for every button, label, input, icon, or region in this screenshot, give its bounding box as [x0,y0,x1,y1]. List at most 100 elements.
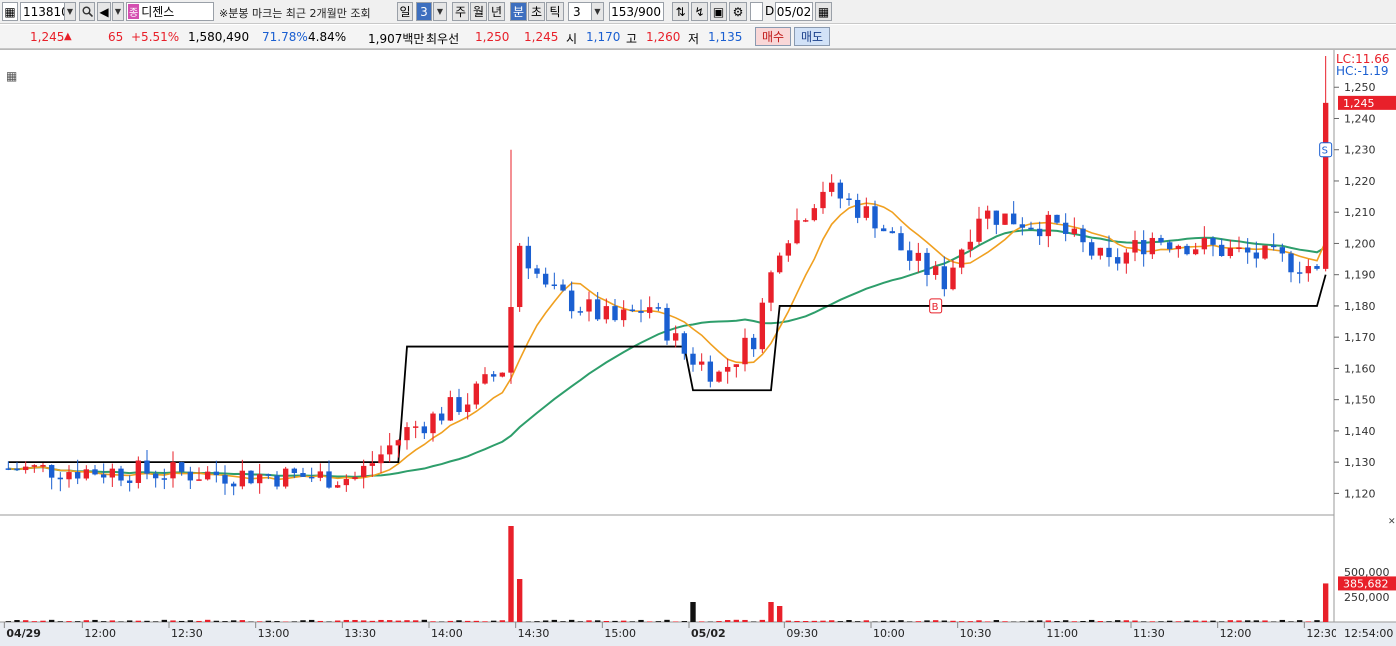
interval-input[interactable]: 3 [568,2,592,21]
candle-body [1270,245,1277,248]
bar-count-field[interactable]: 153/900 [609,2,664,21]
candle-body [629,309,636,311]
volume-bar [308,619,315,622]
candle-body [308,476,315,479]
candle-body [854,199,861,218]
candle-body [516,245,523,308]
buy-button[interactable]: 매수 [755,27,791,46]
volume-bar [750,621,757,622]
volume-bar [1218,621,1225,622]
date-checkbox[interactable] [750,2,763,21]
candle-body [603,306,610,320]
candle-body [473,383,480,405]
tick-button[interactable]: 틱 [546,2,564,21]
volume-bar [1296,620,1303,622]
volume-bar [863,620,870,622]
time-tick-label: 05/02 [691,627,726,640]
price-tick-label: 1,150 [1344,394,1376,407]
minute-button[interactable]: 분 [510,2,527,21]
candle-body [1132,240,1138,253]
candle-body [343,479,350,486]
volume-bar [594,620,601,622]
candle-body [1175,245,1182,250]
date-input[interactable]: 05/02 [775,2,813,21]
candle-body [265,474,272,476]
candle-body [872,206,878,229]
chevron-down-icon[interactable]: ▼ [112,2,124,21]
candle-body [1288,253,1294,273]
save-icon[interactable]: ▣ [710,2,727,21]
volume-bar [265,620,272,622]
price-chart[interactable]: ▦ 1,250 1,240 1,230 1,220 1,210 1,200 1,190 1,18… [0,50,1396,646]
best-quote-label: 최우선 [426,32,460,46]
volume-bar [1270,621,1277,622]
grid-menu-icon[interactable]: ▦ [2,2,18,21]
volume-bar [681,621,688,622]
year-button[interactable]: 년 [488,2,505,21]
period-count-select[interactable]: 3 [416,2,432,21]
sell-button[interactable]: 매도 [794,27,830,46]
volume-bar [846,620,852,622]
candle-body [83,469,90,479]
volume-bar [811,620,818,622]
volume-bar [1002,621,1008,622]
volume-bar [57,621,64,622]
volume-bar [274,621,280,622]
period-day-button[interactable]: 일 [397,2,413,21]
candle-body [880,228,887,232]
speaker-icon[interactable]: ◀ [97,2,111,21]
volume-bar [620,620,627,622]
volume-bar [655,621,662,622]
volume-bar [213,620,220,622]
volume-bar [776,606,783,622]
candle-body [1158,237,1164,243]
volume-bar [239,620,246,622]
month-button[interactable]: 월 [470,2,487,21]
candle-body [950,267,956,290]
price-change: 65 [108,30,124,44]
volume-bar [967,621,974,622]
chevron-down-icon[interactable]: ▼ [433,2,447,21]
volume-bar [300,620,306,622]
candle-body [586,299,592,312]
time-tick-label: 11:30 [1133,627,1165,640]
calendar-icon[interactable]: ▦ [815,2,832,21]
candle-body [1184,245,1190,255]
volume-bar [976,620,982,622]
volume-bar [1236,620,1242,622]
volume-bar [1019,621,1026,622]
volume-bar [560,621,566,622]
volume-bar [768,602,774,622]
volume-bar [1114,620,1121,622]
volume-bar [646,621,653,622]
volume-bar [369,620,376,622]
candle-body [967,241,974,250]
line-chart-icon[interactable]: ↯ [691,2,708,21]
candle-body [248,470,254,484]
week-button[interactable]: 주 [452,2,469,21]
candle-body [828,182,835,192]
candle-body [577,311,584,313]
chevron-down-icon[interactable]: ▼ [591,2,604,21]
candle-body [100,474,107,478]
chevron-down-icon[interactable]: ▼ [64,2,76,21]
volume-bar [334,620,341,622]
stock-code-input[interactable]: 113810 [20,2,69,21]
candle-body [1253,252,1260,259]
volume-bar [880,620,887,622]
candle-body [1227,247,1234,256]
price-tick-label: 1,180 [1344,300,1376,313]
buy-signal-label: B [932,302,939,313]
candle-body [1322,102,1329,269]
price-tick-label: 1,210 [1344,206,1376,219]
candle-body [863,206,870,218]
search-icon[interactable] [79,2,95,21]
second-button[interactable]: 초 [528,2,545,21]
candle-body [204,471,211,480]
candle-icon[interactable]: ⇅ [672,2,689,21]
gear-icon[interactable]: ⚙ [729,2,747,21]
volume-bar [100,621,107,622]
stock-name-field[interactable]: 종 디젠스 [126,2,214,21]
toolbar: ▦ 113810 ▼ ◀ ▼ 종 디젠스 ※분봉 마크는 최근 2개월만 조회 … [0,0,1396,24]
candle-body [334,485,341,488]
